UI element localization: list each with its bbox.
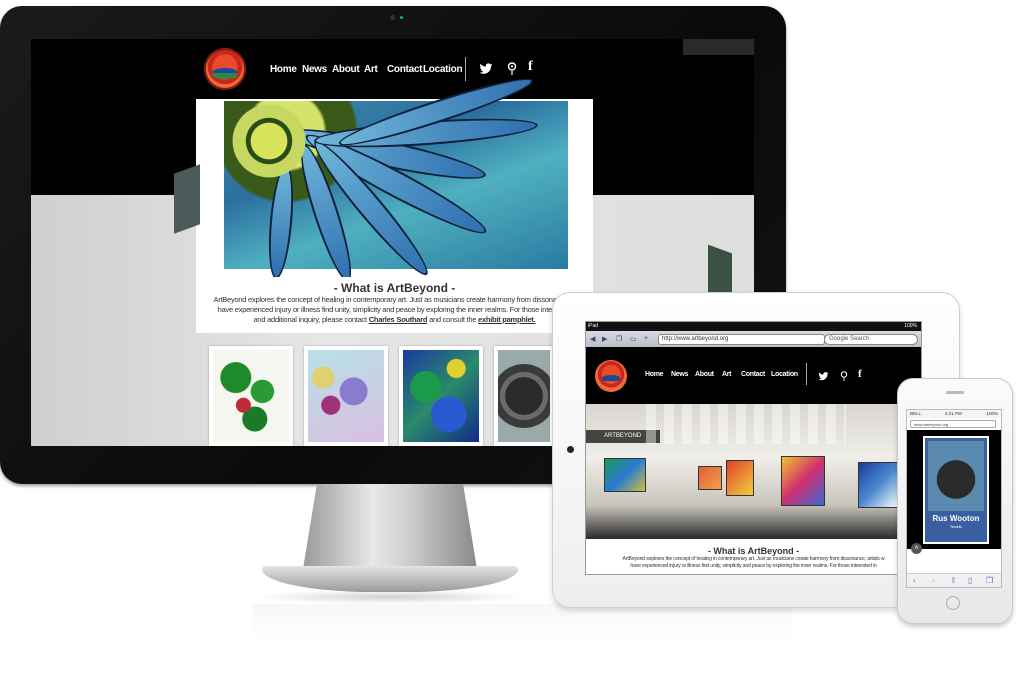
tablet-status-bar: iPad 100% (586, 322, 921, 331)
back-icon[interactable]: ◀ (590, 335, 595, 343)
battery-label: 100% (904, 323, 917, 329)
hero-flower-painting (224, 70, 568, 286)
facebook-icon[interactable]: f (858, 368, 862, 380)
nav-divider (465, 57, 466, 81)
address-bar[interactable]: www.artbeyond.org (910, 420, 996, 428)
share-icon[interactable]: ⇪ (950, 576, 957, 585)
about-section: - What is ArtBeyond - ArtBeyond explores… (586, 539, 921, 574)
art-thumbnail[interactable] (494, 346, 554, 446)
tabs-icon[interactable]: ❐ (986, 576, 993, 585)
top-bar-widget (683, 39, 754, 55)
carrier-label: iPad (588, 323, 599, 329)
about-paragraph-text: and additional inquiry, please contact (253, 315, 369, 324)
tablet-camera (567, 446, 574, 453)
about-paragraph-text: and consult the (427, 315, 479, 324)
nav-news[interactable]: News (671, 371, 688, 378)
pamphlet-link[interactable]: exhibit pamphlet. (478, 315, 536, 324)
forward-icon[interactable]: › (932, 576, 935, 585)
add-icon[interactable]: + (644, 335, 648, 342)
gallery-painting (604, 458, 646, 492)
nav-art[interactable]: Art (722, 371, 732, 378)
nav-news[interactable]: News (302, 64, 327, 75)
map-pin-icon[interactable] (507, 62, 517, 75)
artbeyond-logo[interactable] (204, 48, 246, 90)
nav-location[interactable]: Location (771, 371, 798, 378)
art-thumbnail[interactable] (304, 346, 388, 446)
nav-divider (806, 363, 807, 385)
section-title: - What is ArtBeyond - (707, 546, 800, 556)
tablet-screen: iPad 100% ◀ ▶ ❐ ▭ + http://www.artbeyond… (585, 321, 922, 575)
hero-image-frame (174, 70, 732, 314)
bookmarks-icon[interactable]: ▭ (630, 335, 637, 343)
back-icon[interactable]: ‹ (913, 576, 916, 585)
gallery-painting (781, 456, 825, 506)
artist-card[interactable]: Rus Wooton Tendrils (923, 436, 989, 544)
twitter-icon[interactable] (479, 63, 493, 75)
gallery-painting (858, 462, 900, 508)
gallery-photo: ARTBEYOND (586, 404, 921, 539)
camera-icon (390, 15, 395, 20)
bookmarks-icon[interactable]: ▯ (968, 576, 972, 585)
tabs-icon[interactable]: ❐ (616, 335, 622, 343)
battery-label: 100% (986, 411, 998, 416)
nav-home[interactable]: Home (645, 371, 664, 378)
floor-reflection (252, 604, 792, 644)
section-title: - What is ArtBeyond - (333, 281, 456, 295)
nav-about[interactable]: About (695, 371, 714, 378)
phone-speaker (946, 391, 964, 394)
art-thumbnail[interactable] (399, 346, 483, 446)
about-paragraph-line: and additional inquiry, please contact C… (196, 315, 593, 325)
stand-shadow (252, 590, 528, 604)
search-input[interactable]: Google Search (824, 334, 918, 345)
site-header: Home News About Art Contact Location f (586, 347, 921, 404)
phone-home-button[interactable] (946, 596, 960, 610)
gallery-painting (726, 460, 754, 496)
forward-icon[interactable]: ▶ (602, 335, 607, 343)
phone-screen: BELL 4:21 PM 100% www.artbeyond.org Rus … (906, 409, 1002, 588)
nav-contact[interactable]: Contact (741, 371, 765, 378)
artist-name: Rus Wooton (932, 514, 980, 523)
map-pin-icon[interactable] (840, 371, 848, 381)
artwork-title: Tendrils (949, 525, 963, 529)
art-thumbnail[interactable] (209, 346, 293, 446)
scroll-up-icon[interactable]: ˄ (911, 543, 922, 554)
nav-art[interactable]: Art (364, 64, 378, 75)
carrier-label: BELL (910, 411, 922, 416)
hanging-papers (646, 404, 846, 444)
gallery-painting (698, 466, 722, 490)
artbeyond-logo[interactable] (595, 360, 627, 392)
contact-link[interactable]: Charles Southard (369, 315, 428, 324)
about-paragraph-line: have experienced injury or illness find … (217, 305, 572, 314)
nav-location[interactable]: Location (423, 64, 463, 75)
artwork-view: Rus Wooton Tendrils (907, 430, 1001, 549)
browser-toolbar: ◀ ▶ ❐ ▭ + http://www.artbeyond.org Googl… (586, 331, 921, 347)
nav-contact[interactable]: Contact (387, 64, 422, 75)
about-paragraph-line: ArtBeyond explores the concept of healin… (622, 556, 885, 562)
decor-shape (174, 164, 200, 234)
phone-browser-toolbar: ‹ › ⇪ ▯ ❐ (907, 573, 1001, 587)
monitor-base (262, 566, 518, 592)
nav-about[interactable]: About (332, 64, 360, 75)
about-paragraph-line: have experienced injury or illness find … (630, 563, 877, 569)
twitter-icon[interactable] (818, 372, 829, 381)
nav-home[interactable]: Home (270, 64, 297, 75)
camera-light (400, 16, 403, 19)
address-bar[interactable]: http://www.artbeyond.org (658, 334, 825, 345)
about-section: - What is ArtBeyond - ArtBeyond explores… (196, 277, 593, 333)
facebook-icon[interactable]: f (528, 59, 533, 75)
monitor-stand (303, 484, 477, 569)
artwork-image (928, 441, 984, 511)
phone-status-bar: BELL 4:21 PM 100% (907, 410, 1001, 418)
about-paragraph-line: ArtBeyond explores the concept of healin… (213, 295, 576, 304)
clock-label: 4:21 PM (945, 411, 962, 416)
